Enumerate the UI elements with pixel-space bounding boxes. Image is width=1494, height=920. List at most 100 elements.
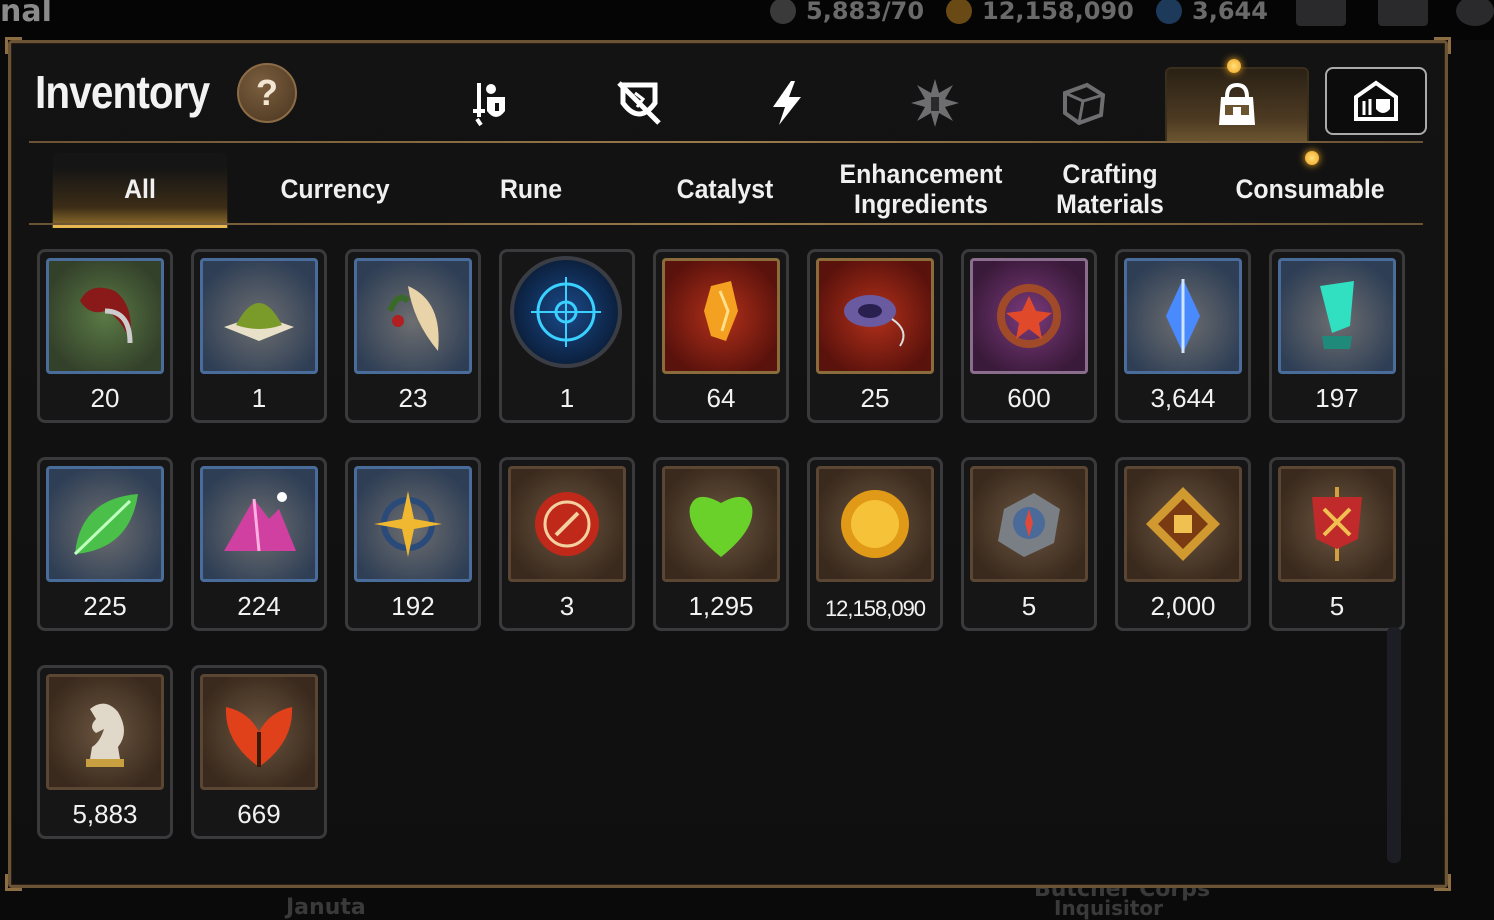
notification-dot: [1227, 59, 1241, 73]
item-count: 5,883: [72, 799, 138, 829]
item-slot-heart[interactable]: 1,295: [653, 457, 789, 631]
item-count: 5: [1329, 591, 1345, 621]
item-slot-war-banner[interactable]: 5: [1269, 457, 1405, 631]
category-tab-box[interactable]: [1033, 67, 1133, 139]
claw-icon: [46, 258, 164, 374]
star-compass-icon: [354, 466, 472, 582]
category-tab-chest[interactable]: [1325, 67, 1427, 135]
energy-counter: 5,883/70: [770, 0, 924, 26]
item-slot-pink-crystal[interactable]: 224: [191, 457, 327, 631]
item-count: 197: [1315, 383, 1359, 413]
frame-corner: [5, 874, 22, 891]
lightning-icon: [773, 81, 801, 125]
item-slot-claw[interactable]: 20: [37, 249, 173, 423]
item-slot-moss[interactable]: 1: [191, 249, 327, 423]
item-count: 224: [237, 591, 281, 621]
item-slot-teal-crystal[interactable]: 197: [1269, 249, 1405, 423]
silver-counter: 12,158,090: [946, 0, 1134, 26]
scrollbar[interactable]: [1387, 627, 1401, 863]
subtab-currency[interactable]: Currency: [252, 153, 418, 225]
divider: [29, 141, 1423, 143]
subtab-bar: All Currency Rune Catalyst Enhancement In…: [45, 153, 1425, 228]
frame-corner: [5, 37, 22, 54]
coin-icon: [946, 0, 972, 24]
item-count: 600: [1007, 383, 1051, 413]
item-count: 669: [237, 799, 281, 829]
item-count: 25: [860, 383, 890, 413]
feather-berry-icon: [354, 258, 472, 374]
horse-piece-icon: [46, 674, 164, 790]
category-tab-gear[interactable]: [441, 67, 541, 139]
subtab-rune[interactable]: Rune: [448, 153, 614, 225]
category-tabs: [441, 59, 1441, 165]
item-slot-flower-ring[interactable]: 600: [961, 249, 1097, 423]
stone-compass-icon: [970, 466, 1088, 582]
item-slot-fist-badge[interactable]: 2,000: [1115, 457, 1251, 631]
item-slot-gold-coin[interactable]: 12,158,090: [807, 457, 943, 631]
item-slot-feather[interactable]: 23: [345, 249, 481, 423]
category-tab-burst[interactable]: [885, 67, 985, 139]
purple-scroll-icon: [816, 258, 934, 374]
item-count: 1: [559, 383, 575, 413]
inventory-panel: Inventory ? All Currency Rune Catalyst E…: [5, 37, 1451, 891]
item-slot-red-seal[interactable]: 3: [499, 457, 635, 631]
item-slot-horse-piece[interactable]: 5,883: [37, 665, 173, 839]
pink-crystal-icon: [200, 466, 318, 582]
green-leaf-icon: [46, 466, 164, 582]
item-slot-rune[interactable]: 1: [499, 249, 635, 423]
item-slot-scroll[interactable]: 25: [807, 249, 943, 423]
item-slot-blue-crystal[interactable]: 3,644: [1115, 249, 1251, 423]
item-slot-star-compass[interactable]: 192: [345, 457, 481, 631]
top-hud: nal 5,883/70 12,158,090 3,644: [0, 0, 1494, 40]
red-seal-icon: [508, 466, 626, 582]
moss-pile-icon: [200, 258, 318, 374]
item-slot-amber[interactable]: 64: [653, 249, 789, 423]
fire-leaf-icon: [200, 674, 318, 790]
subtab-catalyst[interactable]: Catalyst: [642, 153, 808, 225]
burst-icon: [911, 79, 959, 127]
shop-button[interactable]: [1296, 0, 1346, 26]
item-slot-leaf[interactable]: 225: [37, 457, 173, 631]
flower-ring-icon: [970, 258, 1088, 374]
war-banner-icon: [1278, 466, 1396, 582]
fist-badge-icon: [1124, 466, 1242, 582]
item-count: 3,644: [1150, 383, 1216, 413]
help-button[interactable]: ?: [237, 63, 297, 123]
item-count: 20: [90, 383, 120, 413]
category-tab-shield[interactable]: [589, 67, 689, 139]
energy-icon: [770, 0, 796, 24]
item-count: 1,295: [688, 591, 754, 621]
item-count: 12,158,090: [824, 596, 926, 621]
subtab-consumable[interactable]: Consumable: [1223, 153, 1398, 225]
subtab-all[interactable]: All: [52, 153, 228, 228]
item-count: 1: [251, 383, 267, 413]
amber-crystal-icon: [662, 258, 780, 374]
chest-icon: [1354, 80, 1398, 121]
mail-button[interactable]: [1378, 0, 1428, 26]
sword-shield-icon: [473, 83, 505, 127]
page-title: Inventory: [35, 66, 210, 118]
subtab-crafting-materials[interactable]: Crafting Materials: [1041, 153, 1179, 225]
item-count: 2,000: [1150, 591, 1216, 621]
item-slot-stone-compass[interactable]: 5: [961, 457, 1097, 631]
item-count: 3: [559, 591, 575, 621]
teal-crystal-icon: [1278, 258, 1396, 374]
subtab-enhancement-ingredients[interactable]: Enhancement Ingredients: [829, 153, 1013, 225]
green-heart-icon: [662, 466, 780, 582]
bottom-ghost-right2: Inquisitor: [1054, 896, 1164, 920]
divider: [29, 223, 1423, 225]
item-count: 225: [83, 591, 127, 621]
menu-button[interactable]: [1456, 0, 1494, 26]
frame-corner: [1434, 37, 1451, 54]
item-slot-fire-leaf[interactable]: 669: [191, 665, 327, 839]
hud-left-text: nal: [0, 0, 52, 29]
gem-counter: 3,644: [1156, 0, 1268, 26]
bag-icon: [1219, 82, 1255, 125]
gem-icon: [1156, 0, 1182, 24]
blue-crystal-icon: [1124, 258, 1242, 374]
category-tab-bag[interactable]: [1165, 67, 1309, 141]
blue-rune-icon: [510, 256, 622, 368]
category-tab-lightning[interactable]: [737, 67, 837, 139]
item-count: 5: [1021, 591, 1037, 621]
frame-corner: [1434, 874, 1451, 891]
